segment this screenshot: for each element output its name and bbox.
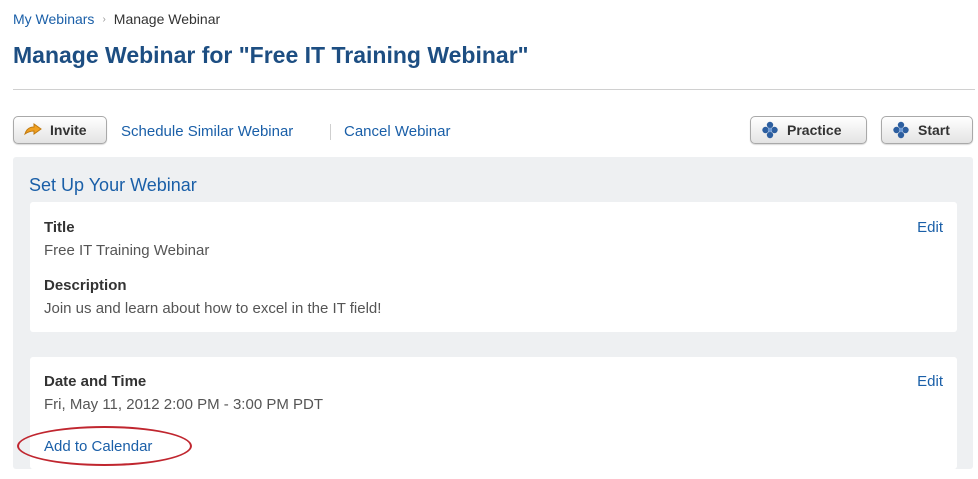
description-label: Description — [44, 277, 127, 294]
details-edit-link[interactable]: Edit — [917, 219, 943, 236]
gear-cluster-icon — [761, 121, 779, 139]
toolbar-divider — [330, 124, 331, 140]
start-button-label: Start — [918, 122, 950, 138]
breadcrumb-my-webinars-link[interactable]: My Webinars — [13, 11, 94, 27]
gear-cluster-icon — [892, 121, 910, 139]
practice-button[interactable]: Practice — [750, 116, 867, 144]
page-title: Manage Webinar for "Free IT Training Web… — [13, 42, 529, 68]
datetime-edit-link[interactable]: Edit — [917, 373, 943, 390]
setup-heading: Set Up Your Webinar — [29, 175, 197, 195]
cancel-webinar-link[interactable]: Cancel Webinar — [344, 123, 450, 140]
title-label: Title — [44, 219, 75, 236]
breadcrumb-separator: › — [102, 13, 106, 25]
datetime-value: Fri, May 11, 2012 2:00 PM - 3:00 PM PDT — [44, 396, 323, 413]
title-divider — [13, 89, 975, 90]
breadcrumb: My Webinars › Manage Webinar — [13, 11, 220, 27]
breadcrumb-current: Manage Webinar — [113, 11, 221, 27]
description-value: Join us and learn about how to excel in … — [44, 300, 382, 317]
highlight-circle — [17, 426, 192, 466]
details-card: Title Free IT Training Webinar Descripti… — [30, 202, 957, 332]
toolbar: Invite Schedule Similar Webinar Cancel W… — [13, 116, 975, 148]
schedule-similar-webinar-link[interactable]: Schedule Similar Webinar — [121, 123, 293, 140]
arrow-right-icon — [24, 123, 42, 137]
practice-button-label: Practice — [787, 122, 842, 138]
datetime-label: Date and Time — [44, 373, 147, 390]
setup-panel: Set Up Your Webinar Title Free IT Traini… — [13, 157, 973, 469]
invite-button-label: Invite — [50, 122, 87, 138]
invite-button[interactable]: Invite — [13, 116, 107, 144]
title-value: Free IT Training Webinar — [44, 242, 210, 259]
start-button[interactable]: Start — [881, 116, 973, 144]
